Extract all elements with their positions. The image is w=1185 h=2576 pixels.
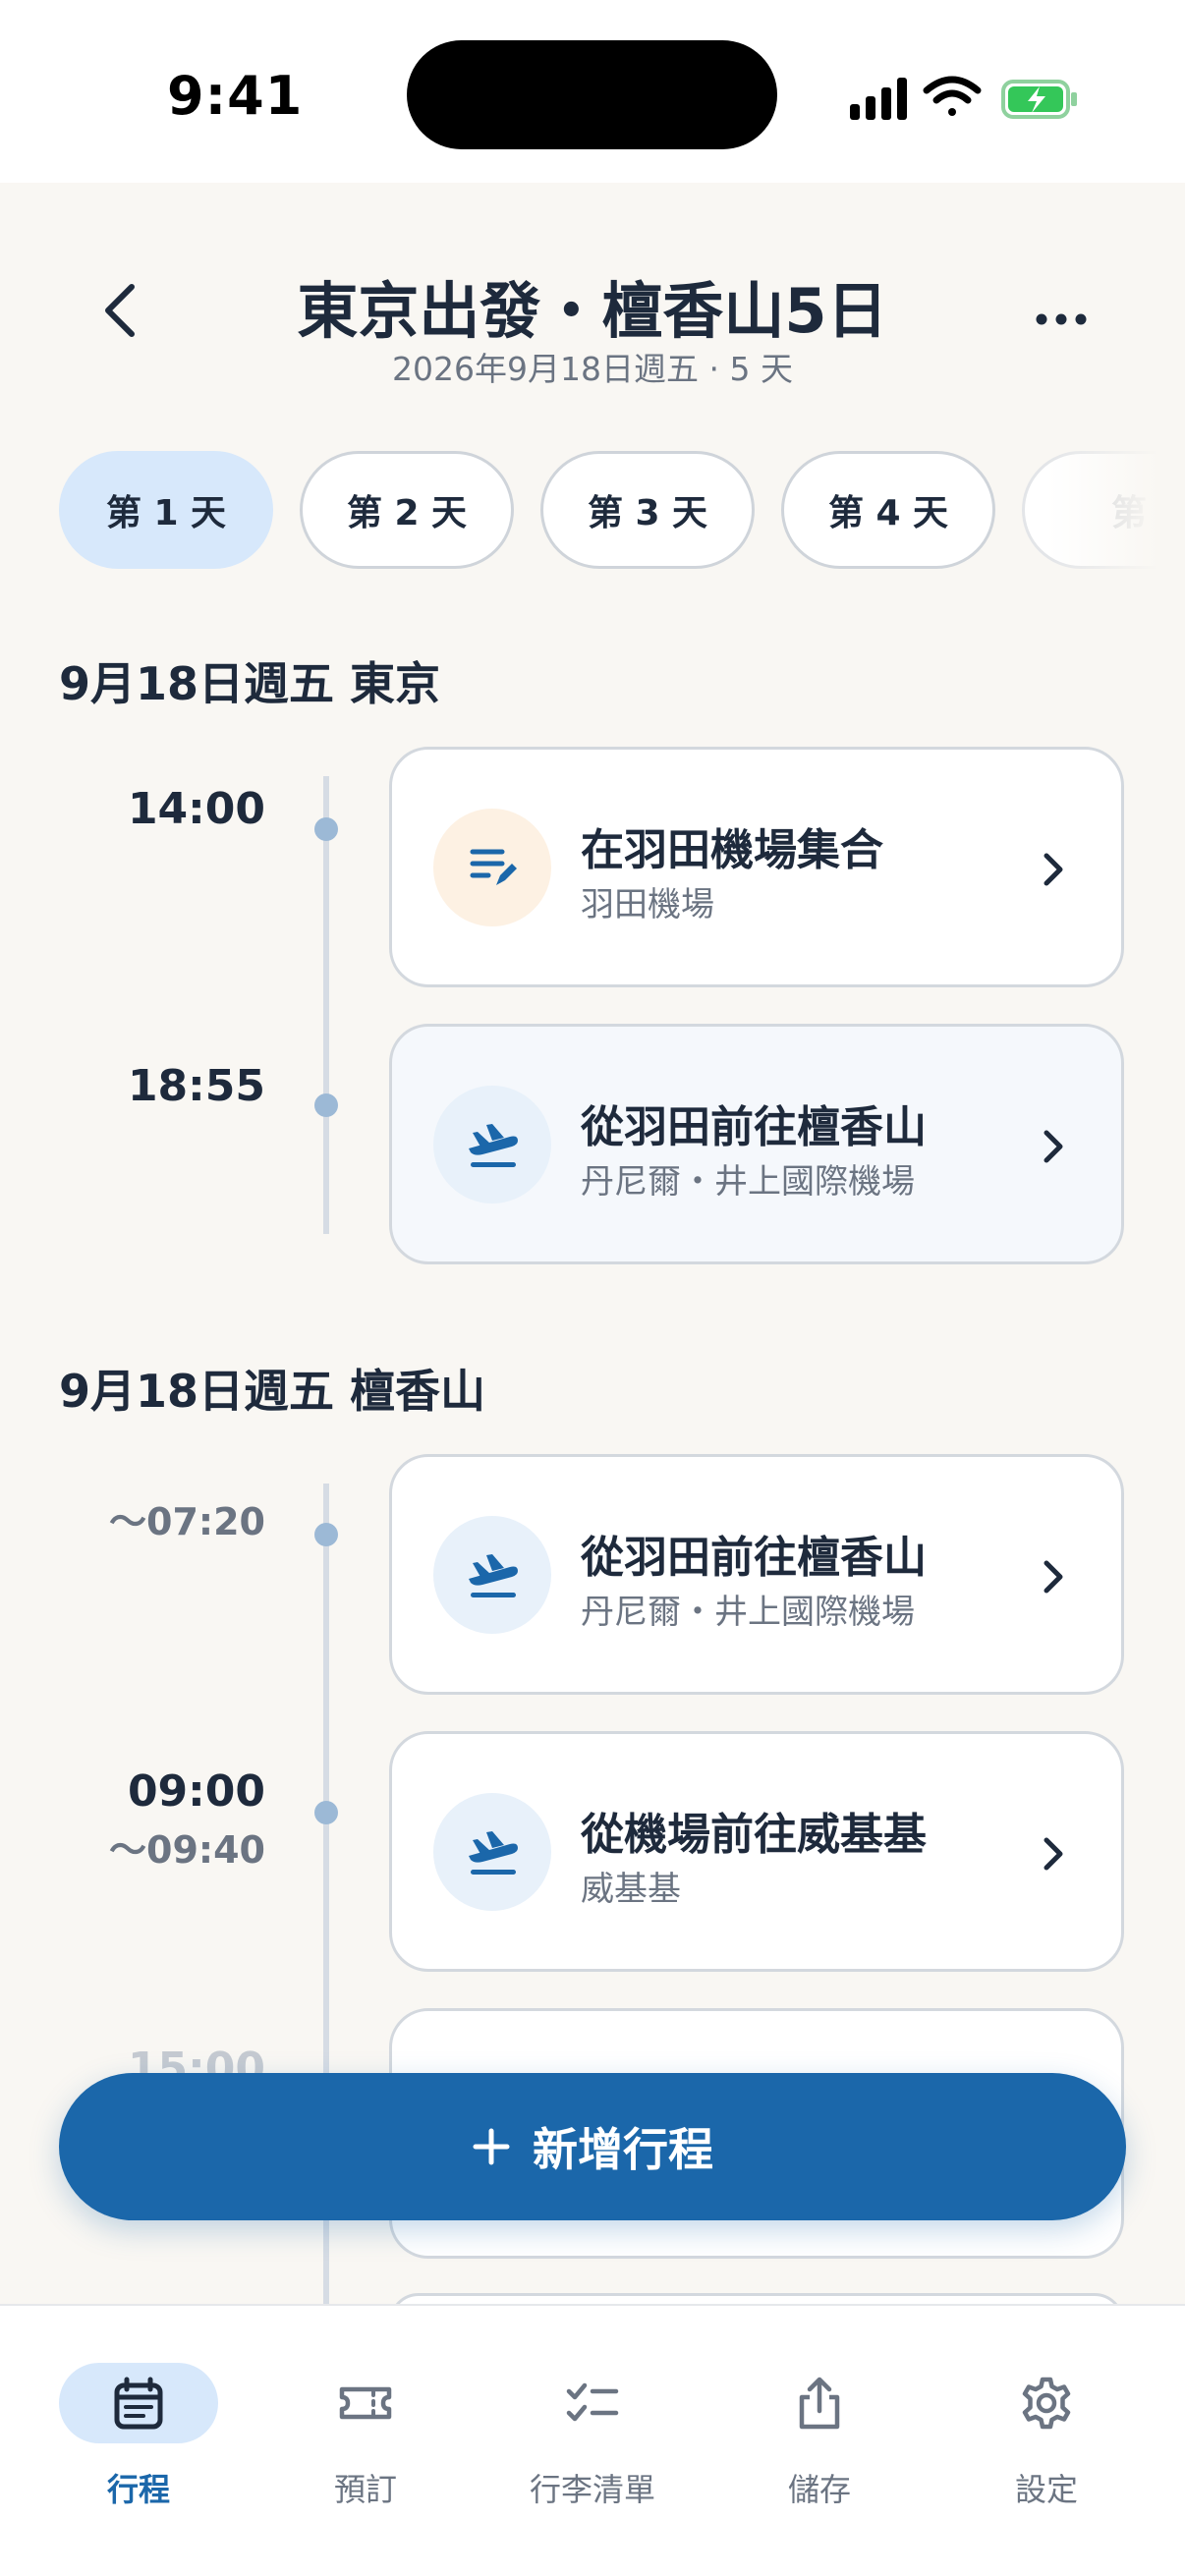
status-icons	[850, 76, 1077, 120]
itinerary-card[interactable]: 從羽田前往檀香山 丹尼爾・井上國際機場	[389, 1024, 1124, 1264]
item-subtitle: 丹尼爾・井上國際機場	[581, 1593, 915, 1632]
nav-save[interactable]: 儲存	[721, 2335, 918, 2508]
status-bar: 9:41	[0, 0, 1185, 183]
add-itinerary-button[interactable]: 新增行程	[59, 2073, 1126, 2220]
chevron-right-icon	[1044, 853, 1063, 886]
tab-day-1[interactable]: 第 1 天	[59, 451, 273, 569]
tabs-fade-overlay	[1047, 451, 1185, 571]
nav-packing-list[interactable]: 行李清單	[494, 2335, 691, 2508]
ticket-icon	[339, 2386, 392, 2420]
share-icon	[799, 2377, 840, 2430]
timeline-dot	[314, 1801, 338, 1824]
plane-departure-icon	[433, 1086, 551, 1204]
item-time-end: 〜07:20	[109, 1500, 265, 1543]
calendar-icon	[114, 2377, 163, 2430]
timeline-dot	[314, 1523, 338, 1546]
tab-day-3[interactable]: 第 3 天	[540, 451, 755, 569]
checklist-icon	[566, 2382, 619, 2422]
page-subtitle: 2026年9月18日週五 · 5 天	[392, 350, 793, 388]
item-title: 從羽田前往檀香山	[581, 1102, 927, 1152]
item-title: 從羽田前往檀香山	[581, 1533, 927, 1583]
item-subtitle: 丹尼爾・井上國際機場	[581, 1162, 915, 1202]
tab-day-2[interactable]: 第 2 天	[300, 451, 514, 569]
item-title: 在羽田機場集合	[581, 825, 883, 875]
item-time: 14:00	[127, 784, 265, 834]
itinerary-card[interactable]: 在羽田機場集合 羽田機場	[389, 747, 1124, 987]
item-subtitle: 羽田機場	[581, 885, 714, 924]
timeline-dot	[314, 817, 338, 841]
itinerary-card[interactable]: 從機場前往威基基 威基基	[389, 1731, 1124, 1972]
nav-itinerary[interactable]: 行程	[40, 2335, 237, 2508]
nav-label: 行程	[106, 2471, 170, 2508]
item-subtitle: 威基基	[581, 1870, 681, 1909]
timeline-rail	[323, 776, 329, 1234]
day-tabs: 第 1 天 第 2 天 第 3 天 第 4 天 第	[59, 451, 1185, 571]
item-time-end: 〜09:40	[109, 1828, 265, 1872]
chevron-right-icon	[1044, 1130, 1063, 1163]
plane-departure-icon	[433, 1516, 551, 1634]
timeline-dot	[314, 1093, 338, 1117]
section-title: 9月18日週五 檀香山	[59, 1365, 486, 1418]
bottom-nav: 行程 預訂 行李清單 儲存 設定	[0, 2304, 1185, 2576]
battery-icon	[1001, 80, 1077, 119]
page-title: 東京出發・檀香山5日	[297, 275, 888, 347]
note-edit-icon	[433, 809, 551, 926]
item-title: 從機場前往威基基	[581, 1810, 927, 1860]
chevron-right-icon	[1044, 1560, 1063, 1594]
nav-settings[interactable]: 設定	[948, 2335, 1145, 2508]
dynamic-island	[407, 40, 777, 149]
more-icon[interactable]	[1034, 305, 1089, 334]
add-itinerary-label: 新增行程	[533, 2123, 713, 2176]
header: 東京出發・檀香山5日 2026年9月18日週五 · 5 天	[0, 183, 1185, 419]
nav-label: 行李清單	[529, 2471, 655, 2508]
wifi-icon	[923, 76, 982, 116]
itinerary-card[interactable]: 從羽田前往檀香山 丹尼爾・井上國際機場	[389, 1454, 1124, 1695]
signal-icon	[850, 78, 907, 120]
gear-icon	[1022, 2377, 1071, 2430]
nav-bookings[interactable]: 預訂	[267, 2335, 464, 2508]
plus-icon	[473, 2128, 510, 2165]
tab-day-4[interactable]: 第 4 天	[781, 451, 995, 569]
status-time: 9:41	[167, 65, 304, 127]
plane-departure-icon	[433, 1793, 551, 1911]
section-title: 9月18日週五 東京	[59, 657, 441, 710]
nav-label: 設定	[1014, 2471, 1078, 2508]
chevron-right-icon	[1044, 1837, 1063, 1871]
item-time: 18:55	[127, 1061, 265, 1111]
nav-label: 儲存	[787, 2471, 851, 2508]
item-time: 09:00	[127, 1766, 265, 1817]
nav-label: 預訂	[333, 2471, 397, 2508]
